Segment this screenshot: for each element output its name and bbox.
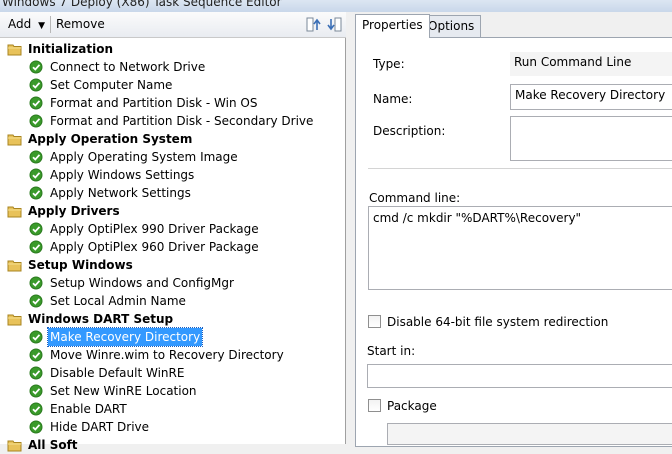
check-icon <box>29 222 43 236</box>
start-in-label: Start in: <box>367 344 416 358</box>
name-field[interactable]: Make Recovery Directory <box>510 84 672 110</box>
folder-icon <box>7 44 22 56</box>
type-value: Run Command Line <box>510 52 672 76</box>
check-icon <box>29 96 43 110</box>
check-icon <box>29 402 43 416</box>
move-down-icon[interactable] <box>326 16 343 33</box>
window-title: Windows 7 Deploy (X86) Task Sequence Edi… <box>2 0 282 9</box>
tree-step-label: Move Winre.wim to Recovery Directory <box>50 348 284 362</box>
check-icon <box>29 294 43 308</box>
chevron-down-icon: ▼ <box>38 21 45 31</box>
tree-step-label: Format and Partition Disk - Win OS <box>50 96 258 110</box>
move-up-icon[interactable] <box>305 16 322 33</box>
tree-step-label: Apply Network Settings <box>50 186 191 200</box>
tree-step-label: Set New WinRE Location <box>50 384 197 398</box>
tree-step-label: Apply OptiPlex 990 Driver Package <box>50 222 259 236</box>
disable-64bit-label: Disable 64-bit file system redirection <box>387 315 609 329</box>
tree-group-label: Apply Drivers <box>28 204 120 218</box>
tree-step-label: Set Computer Name <box>50 78 173 92</box>
command-line-label: Command line: <box>369 191 461 205</box>
tab-properties[interactable]: Properties <box>355 14 430 38</box>
tree-step-label: Apply Windows Settings <box>50 168 195 182</box>
window-title-bar: Windows 7 Deploy (X86) Task Sequence Edi… <box>0 0 672 12</box>
check-icon <box>29 366 43 380</box>
check-icon <box>29 348 43 362</box>
check-icon <box>29 420 43 434</box>
tab-options[interactable]: Options <box>421 15 482 37</box>
toolbar: Add ▼ Remove <box>0 12 346 38</box>
tree-group-label: All Soft <box>28 438 78 452</box>
check-icon <box>29 168 43 182</box>
tree-step-label: Setup Windows and ConfigMgr <box>50 276 234 290</box>
tree-step-label: Apply OptiPlex 960 Driver Package <box>50 240 259 254</box>
package-label: Package <box>387 399 437 413</box>
tree-step-label: Enable DART <box>50 402 127 416</box>
check-icon <box>29 114 43 128</box>
add-button-label: Add <box>8 17 32 31</box>
tree-step-label: Apply Operating System Image <box>50 150 238 164</box>
folder-icon <box>7 206 22 218</box>
tree-step-label: Set Local Admin Name <box>50 294 186 308</box>
package-checkbox[interactable] <box>368 399 381 412</box>
description-field[interactable] <box>510 116 672 161</box>
type-label: Type: <box>373 57 405 71</box>
tree-step-label: Connect to Network Drive <box>50 60 206 74</box>
folder-icon <box>7 134 22 146</box>
toolbar-separator <box>50 16 51 33</box>
task-sequence-pane: Add ▼ Remove Initialization Connect to Ne… <box>0 12 346 452</box>
check-icon <box>29 276 43 290</box>
tree-step-label: Hide DART Drive <box>50 420 150 434</box>
tree-step-label: Format and Partition Disk - Secondary Dr… <box>50 114 314 128</box>
check-icon <box>29 78 43 92</box>
divider <box>368 168 672 169</box>
add-button[interactable]: Add ▼ <box>8 17 45 31</box>
folder-icon <box>7 314 22 326</box>
tree-step-label: Disable Default WinRE <box>50 366 185 380</box>
check-icon <box>29 330 43 344</box>
tree-group-label: Setup Windows <box>28 258 133 272</box>
package-field <box>387 423 672 445</box>
tree-group-label: Apply Operation System <box>28 132 193 146</box>
command-line-field[interactable]: cmd /c mkdir "%DART%\Recovery" <box>368 206 672 290</box>
start-in-field[interactable] <box>367 364 672 388</box>
properties-panel: Type: Run Command Line Name: Make Recove… <box>355 37 672 447</box>
check-icon <box>29 240 43 254</box>
properties-pane: Properties Options Type: Run Command Lin… <box>350 12 672 447</box>
check-icon <box>29 384 43 398</box>
name-label: Name: <box>373 92 413 106</box>
check-icon <box>29 60 43 74</box>
folder-icon <box>7 440 22 452</box>
folder-icon <box>7 260 22 272</box>
disable-64bit-checkbox[interactable] <box>368 315 381 328</box>
remove-button[interactable]: Remove <box>56 17 105 31</box>
tree-group-label: Windows DART Setup <box>28 312 174 326</box>
tree-step-label: Make Recovery Directory <box>46 327 204 347</box>
description-label: Description: <box>373 124 446 138</box>
check-icon <box>29 186 43 200</box>
check-icon <box>29 150 43 164</box>
tree-group-label: Initialization <box>28 42 114 56</box>
